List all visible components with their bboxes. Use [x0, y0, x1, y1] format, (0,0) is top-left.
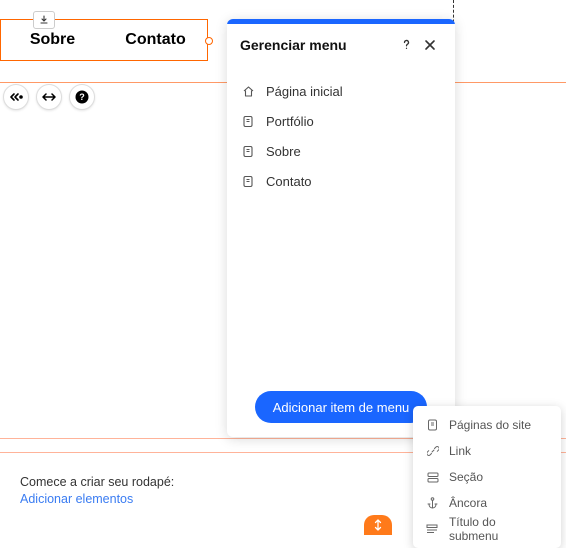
add-item-flyout: Páginas do site Link Seção Âncora Título…: [413, 406, 561, 548]
menu-item-contato[interactable]: Contato: [241, 166, 441, 196]
page-icon: [241, 174, 255, 188]
menu-item-sobre[interactable]: Sobre: [241, 136, 441, 166]
tool-expand-left[interactable]: [3, 84, 29, 110]
help-button[interactable]: [394, 33, 418, 57]
menu-item-label: Portfólio: [266, 114, 314, 129]
menu-item-portfolio[interactable]: Portfólio: [241, 106, 441, 136]
subtitle-icon: [426, 523, 439, 536]
page-icon: [241, 144, 255, 158]
flyout-item-label: Título do submenu: [449, 515, 548, 543]
flyout-item-pages[interactable]: Páginas do site: [413, 412, 561, 438]
flyout-item-label: Link: [449, 444, 471, 458]
add-menu-item-button[interactable]: Adicionar item de menu: [255, 391, 428, 423]
flyout-item-label: Âncora: [449, 496, 487, 510]
tool-help[interactable]: ?: [69, 84, 95, 110]
menu-items-list: Página inicial Portfólio Sobre Contato: [227, 66, 455, 377]
menu-item-label: Página inicial: [266, 84, 343, 99]
toolbar: ?: [3, 84, 95, 110]
flyout-item-label: Páginas do site: [449, 418, 531, 432]
manage-menu-panel: Gerenciar menu Página inicial Portfólio: [227, 19, 455, 437]
page-icon: [426, 419, 439, 432]
panel-header: Gerenciar menu: [227, 24, 455, 66]
nav-item-contato[interactable]: Contato: [104, 31, 207, 49]
svg-text:?: ?: [79, 92, 85, 102]
menu-item-label: Contato: [266, 174, 312, 189]
tool-stretch[interactable]: [36, 84, 62, 110]
anchor-icon: [426, 497, 439, 510]
section-drag-handle[interactable]: [364, 515, 392, 535]
download-icon: [33, 11, 55, 29]
add-elements-link[interactable]: Adicionar elementos: [20, 492, 174, 506]
footer-prompt-text: Comece a criar seu rodapé:: [20, 475, 174, 489]
flyout-item-subtitle[interactable]: Título do submenu: [413, 516, 561, 542]
resize-handle[interactable]: [205, 37, 213, 45]
link-icon: [426, 445, 439, 458]
flyout-item-label: Seção: [449, 470, 483, 484]
page-icon: [241, 114, 255, 128]
home-icon: [241, 84, 255, 98]
close-button[interactable]: [418, 33, 442, 57]
panel-title: Gerenciar menu: [240, 37, 394, 53]
menu-item-home[interactable]: Página inicial: [241, 76, 441, 106]
flyout-item-section[interactable]: Seção: [413, 464, 561, 490]
nav-item-sobre[interactable]: Sobre: [1, 31, 104, 49]
nav-menu-selection[interactable]: Sobre Contato: [0, 19, 208, 61]
flyout-item-anchor[interactable]: Âncora: [413, 490, 561, 516]
editor-canvas: Sobre Contato ? Gerenciar menu: [0, 0, 566, 530]
section-icon: [426, 471, 439, 484]
flyout-item-link[interactable]: Link: [413, 438, 561, 464]
footer-prompt: Comece a criar seu rodapé: Adicionar ele…: [20, 475, 174, 506]
menu-item-label: Sobre: [266, 144, 301, 159]
